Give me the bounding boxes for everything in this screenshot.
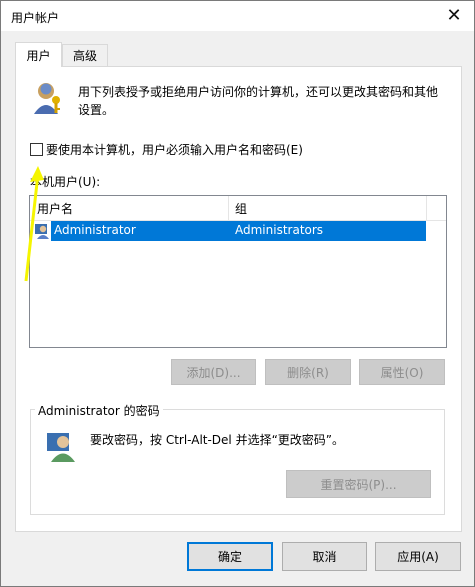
- remove-user-button[interactable]: 删除(R): [265, 359, 351, 385]
- annotation-arrow-icon: [24, 166, 44, 282]
- close-icon: ✕: [446, 4, 462, 26]
- close-button[interactable]: ✕: [436, 2, 472, 28]
- row-group[interactable]: Administrators: [235, 223, 323, 237]
- users-keys-icon: [34, 83, 60, 114]
- cancel-button[interactable]: 取消: [282, 542, 367, 571]
- column-divider[interactable]: [426, 196, 427, 220]
- description-text: 用下列表授予或拒绝用户访问你的计算机，还可以更改其密码和其他设置。: [78, 85, 439, 117]
- tab-users[interactable]: 用户: [15, 42, 62, 67]
- password-instruction-text: 要改密码，按 Ctrl-Alt-Del 并选择“更改密码”。: [90, 433, 345, 447]
- add-user-button[interactable]: 添加(D)...: [171, 359, 256, 385]
- properties-button[interactable]: 属性(O): [359, 359, 445, 385]
- column-header-group[interactable]: 组: [235, 200, 247, 217]
- require-login-checkbox[interactable]: [30, 143, 43, 156]
- reset-password-button[interactable]: 重置密码(P)...: [286, 470, 431, 498]
- ok-button[interactable]: 确定: [187, 542, 273, 571]
- password-group-title: Administrator 的密码: [35, 402, 163, 419]
- apply-button[interactable]: 应用(A): [375, 542, 461, 571]
- password-group: [30, 409, 445, 515]
- window-title: 用户帐户: [11, 11, 60, 25]
- row-username[interactable]: Administrator: [54, 223, 136, 237]
- user-password-icon: [47, 433, 75, 462]
- column-divider[interactable]: [228, 196, 229, 220]
- tab-advanced[interactable]: 高级: [62, 44, 108, 66]
- require-login-label[interactable]: 要使用本计算机，用户必须输入用户名和密码(E): [46, 141, 303, 158]
- title-bar: [1, 1, 474, 31]
